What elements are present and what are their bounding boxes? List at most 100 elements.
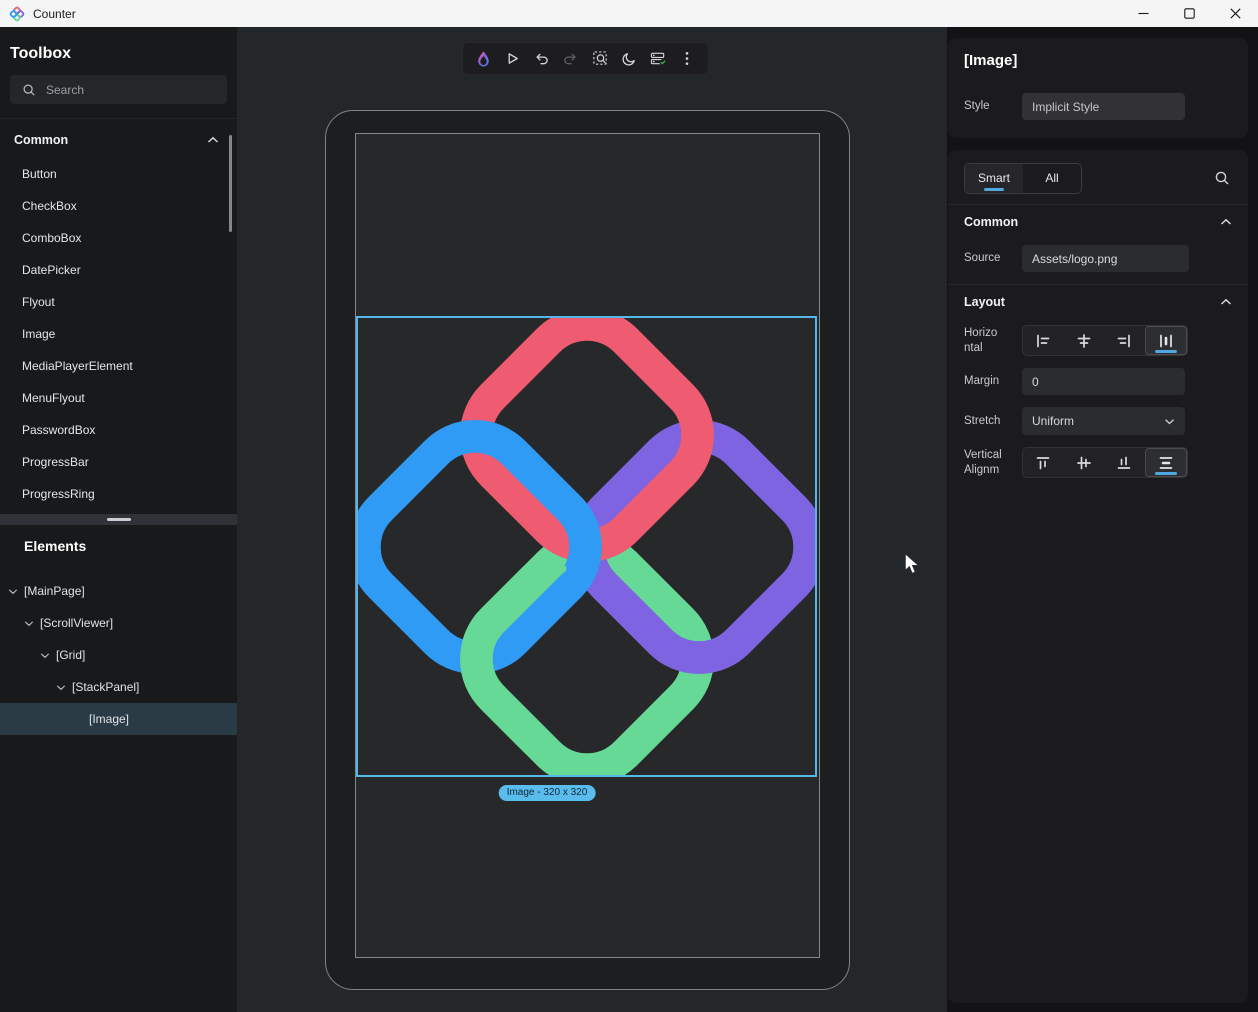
elements-tree: [MainPage] [ScrollViewer] [Grid] [StackP… [0,575,237,735]
design-canvas[interactable]: Image - 320 x 320 [237,27,947,1012]
hot-design-button[interactable] [471,46,497,72]
stretch-label: Stretch [964,414,1022,428]
margin-input[interactable] [1022,368,1185,395]
align-center-vertical-icon [1076,455,1092,471]
toolbox-item-image[interactable]: Image [0,318,230,350]
tree-node-scrollviewer[interactable]: [ScrollViewer] [0,607,237,639]
tree-node-label: [Grid] [56,648,85,662]
zoom-selection-button[interactable] [587,46,613,72]
redo-button[interactable] [558,46,584,72]
toolbox-search[interactable] [10,75,227,104]
align-left-button[interactable] [1023,326,1064,355]
toolbox-scrollbar[interactable] [229,135,232,232]
layers-check-icon [650,51,667,67]
source-row: Source [964,245,1232,272]
stretch-horizontal-button[interactable] [1145,326,1188,355]
elements-title: Elements [24,538,86,554]
chevron-up-icon [1220,298,1232,306]
toolbox-item-checkbox[interactable]: CheckBox [0,190,230,222]
horizontal-alignment-group [1022,325,1188,356]
source-label: Source [964,251,1022,265]
style-input[interactable] [1022,93,1185,120]
tab-all[interactable]: All [1023,164,1081,193]
align-right-button[interactable] [1104,326,1145,355]
designer-window: Counter Toolbox Common [0,0,1258,1012]
play-icon [505,51,520,66]
toolbox-item-passwordbox[interactable]: PasswordBox [0,414,230,446]
image-selection[interactable] [356,316,817,777]
tab-smart-label: Smart [978,171,1010,185]
properties-panel: [Image] Style Smart All [947,27,1258,1012]
app-logo-icon [9,6,25,22]
toolbox-title: Toolbox [10,45,71,63]
stretch-vertical-button[interactable] [1145,448,1188,477]
panel-splitter[interactable] [0,514,237,525]
moon-icon [622,51,637,66]
selection-size-badge: Image - 320 x 320 [499,785,596,801]
close-icon [1230,8,1241,19]
chevron-down-icon[interactable] [40,652,50,659]
play-button[interactable] [500,46,526,72]
layout-section-header[interactable]: Layout [964,285,1232,319]
align-center-vertical-button[interactable] [1064,448,1105,477]
stretch-value: Uniform [1032,414,1074,428]
close-button[interactable] [1212,0,1258,27]
toolbox-search-input[interactable] [46,83,206,97]
chevron-down-icon [1164,418,1175,425]
redo-icon [563,51,578,66]
tree-node-label: [ScrollViewer] [40,616,113,630]
flame-icon [475,50,492,68]
more-options-button[interactable] [674,46,700,72]
align-center-horizontal-icon [1076,333,1092,349]
tab-smart[interactable]: Smart [965,164,1023,193]
splitter-grip-icon [107,518,131,521]
undo-button[interactable] [529,46,555,72]
align-bottom-button[interactable] [1104,448,1145,477]
vertical-alignment-label: Vertical Alignm [964,448,1022,477]
stretch-vertical-icon [1158,455,1174,471]
toolbox-section-common[interactable]: Common [0,127,237,153]
theme-toggle-button[interactable] [616,46,642,72]
property-tabs: Smart All [964,163,1082,194]
chevron-down-icon[interactable] [24,620,34,627]
horizontal-alignment-row: Horizo ntal [964,325,1232,356]
toolbox-item-combobox[interactable]: ComboBox [0,222,230,254]
toolbox-list: Button CheckBox ComboBox DatePicker Flyo… [0,158,230,510]
tree-node-label: [MainPage] [24,584,85,598]
toolbox-item-progressring[interactable]: ProgressRing [0,478,230,510]
toolbox-item-datepicker[interactable]: DatePicker [0,254,230,286]
toolbox-item-mediaplayerelement[interactable]: MediaPlayerElement [0,350,230,382]
tree-node-grid[interactable]: [Grid] [0,639,237,671]
toolbox-item-menuflyout[interactable]: MenuFlyout [0,382,230,414]
toolbox-item-flyout[interactable]: Flyout [0,286,230,318]
chevron-down-icon[interactable] [8,588,18,595]
stretch-horizontal-icon [1158,333,1174,349]
tree-node-mainpage[interactable]: [MainPage] [0,575,237,607]
toolbox-item-progressbar[interactable]: ProgressBar [0,446,230,478]
style-label: Style [964,99,1022,113]
property-search-button[interactable] [1212,168,1232,188]
chevron-down-icon[interactable] [56,684,66,691]
minimize-icon [1138,8,1149,19]
chevron-up-icon [207,136,219,144]
stretch-select[interactable]: Uniform [1022,407,1185,435]
toolbox-item-button[interactable]: Button [0,158,230,190]
uno-logo-image [358,318,815,775]
horizontal-alignment-label: Horizo ntal [964,326,1022,355]
tree-node-stackpanel[interactable]: [StackPanel] [0,671,237,703]
titlebar: Counter [0,0,1258,27]
align-left-icon [1035,333,1051,349]
source-input[interactable] [1022,245,1189,272]
vertical-alignment-group [1022,447,1188,478]
tree-node-image-selected[interactable]: [Image] [0,703,237,735]
align-bottom-icon [1116,455,1132,471]
common-section-header[interactable]: Common [964,205,1232,239]
design-toolbar [462,42,709,75]
minimize-button[interactable] [1120,0,1166,27]
align-center-horizontal-button[interactable] [1064,326,1105,355]
align-top-button[interactable] [1023,448,1064,477]
validate-changes-button[interactable] [645,46,671,72]
maximize-button[interactable] [1166,0,1212,27]
tree-node-label: [StackPanel] [72,680,139,694]
toolbox-panel: Toolbox Common Button CheckBox ComboBox … [0,27,237,1012]
